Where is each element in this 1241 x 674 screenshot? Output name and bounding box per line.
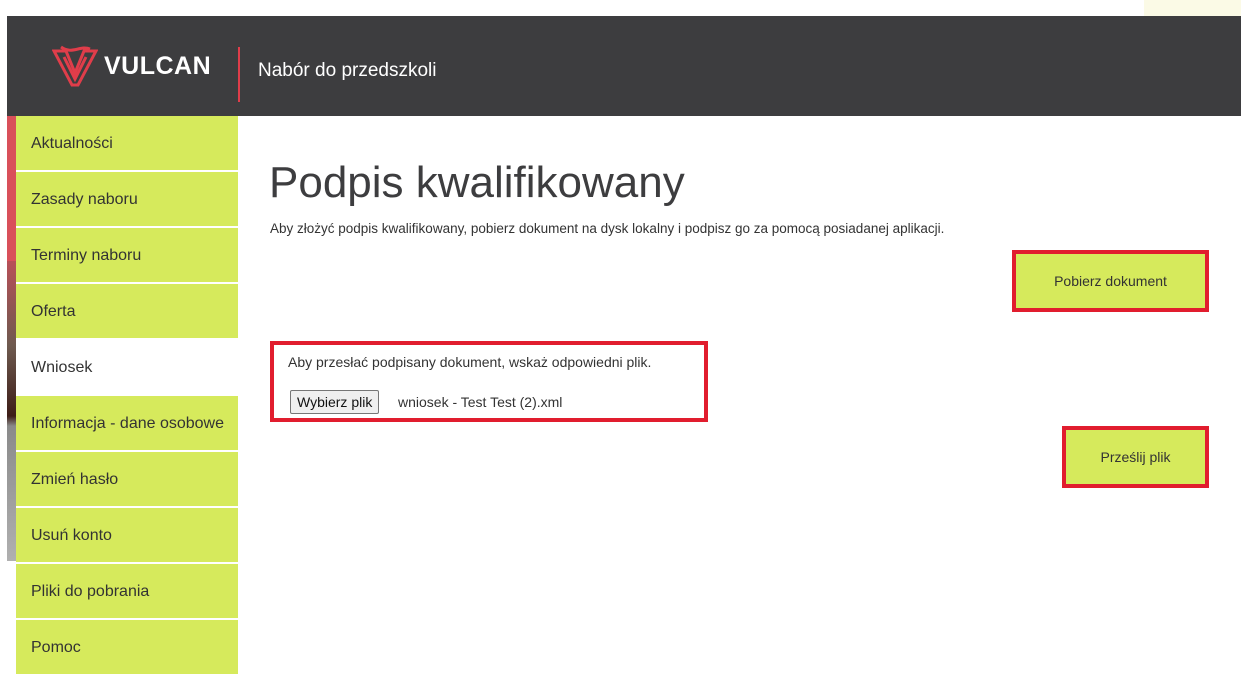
- header-divider: [238, 47, 240, 102]
- sidebar-item-wniosek[interactable]: Wniosek: [16, 340, 238, 394]
- top-accent-bar: [1144, 0, 1241, 16]
- upload-section: Aby przesłać podpisany dokument, wskaż o…: [270, 341, 708, 422]
- sidebar-item-oferta[interactable]: Oferta: [16, 284, 238, 338]
- sidebar-item-pomoc[interactable]: Pomoc: [16, 620, 238, 674]
- logo-text: VULCAN: [104, 51, 212, 80]
- sidebar-item-usun-konto[interactable]: Usuń konto: [16, 508, 238, 562]
- sidebar-item-zasady-naboru[interactable]: Zasady naboru: [16, 172, 238, 226]
- selected-file-name: wniosek - Test Test (2).xml: [398, 394, 563, 410]
- sidebar-item-informacja-dane-osobowe[interactable]: Informacja - dane osobowe: [16, 396, 238, 450]
- sidebar-item-terminy-naboru[interactable]: Terminy naboru: [16, 228, 238, 282]
- choose-file-button[interactable]: Wybierz plik: [290, 390, 380, 414]
- download-document-button[interactable]: Pobierz dokument: [1012, 250, 1209, 312]
- upload-instruction: Aby przesłać podpisany dokument, wskaż o…: [288, 354, 652, 370]
- sidebar-item-pliki-do-pobrania[interactable]: Pliki do pobrania: [16, 564, 238, 618]
- app-header: VULCAN Nabór do przedszkoli: [7, 16, 1241, 116]
- upload-file-button[interactable]: Prześlij plik: [1062, 426, 1209, 488]
- page-title: Podpis kwalifikowany: [269, 158, 685, 207]
- app-title: Nabór do przedszkoli: [258, 60, 437, 81]
- vulcan-logo[interactable]: VULCAN: [52, 38, 211, 94]
- page-description: Aby złożyć podpis kwalifikowany, pobierz…: [270, 221, 945, 236]
- decorative-side-strip: [7, 116, 16, 561]
- sidebar-item-zmien-haslo[interactable]: Zmień hasło: [16, 452, 238, 506]
- vulcan-logo-icon: [52, 45, 98, 87]
- sidebar-item-aktualnosci[interactable]: Aktualności: [16, 116, 238, 170]
- sidebar-menu: Aktualności Zasady naboru Terminy naboru…: [16, 116, 238, 674]
